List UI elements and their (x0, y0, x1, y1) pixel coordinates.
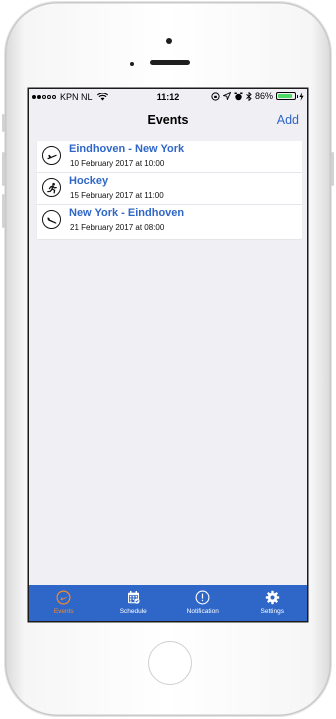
battery-nub (296, 95, 298, 98)
battery-fill (278, 94, 292, 98)
status-right: 86% (211, 91, 304, 101)
tab-label: Events (53, 608, 74, 615)
volume-up-button (2, 152, 5, 186)
front-camera (166, 38, 172, 44)
event-row[interactable]: Hockey 15 February 2017 at 11:00 (37, 173, 302, 205)
earpiece-speaker (150, 60, 190, 65)
plane-takeoff-icon (42, 146, 61, 165)
plane-landing-icon (42, 210, 61, 229)
mute-switch (2, 114, 5, 132)
page-title: Events (147, 113, 189, 127)
app-screen: KPN NL 11:12 86% Events Add Eindhoven - … (29, 89, 307, 621)
tab-label: Settings (260, 608, 285, 615)
alarm-icon (234, 92, 243, 100)
event-list: Eindhoven - New York 10 February 2017 at… (37, 141, 302, 239)
tab-label: Schedule (119, 608, 147, 615)
gear-icon (264, 589, 280, 605)
event-title: Eindhoven - New York (69, 143, 185, 155)
battery-percent: 86% (254, 91, 273, 101)
proximity-sensor (130, 62, 134, 66)
event-title: New York - Eindhoven (69, 207, 185, 219)
bluetooth-icon (246, 91, 252, 101)
tab-bar: Events Schedule Notification Settings (29, 585, 307, 621)
event-row[interactable]: New York - Eindhoven 21 February 2017 at… (37, 205, 302, 237)
event-datetime: 21 February 2017 at 08:00 (70, 223, 165, 232)
tab-notification[interactable]: Notification (168, 585, 238, 621)
power-button (331, 152, 334, 186)
orientation-lock-icon (211, 91, 220, 101)
running-person-icon (42, 178, 61, 197)
alert-icon (195, 589, 211, 605)
event-title: Hockey (69, 175, 109, 187)
event-datetime: 15 February 2017 at 11:00 (70, 191, 164, 200)
tab-events[interactable]: Events (29, 585, 99, 621)
event-row[interactable]: Eindhoven - New York 10 February 2017 at… (37, 141, 302, 173)
tab-schedule[interactable]: Schedule (99, 585, 169, 621)
volume-down-button (2, 194, 5, 228)
status-bar: KPN NL 11:12 86% (29, 89, 307, 105)
tab-label: Notification (186, 608, 219, 615)
navigation-bar: Events Add (29, 105, 307, 135)
add-button[interactable]: Add (277, 113, 299, 127)
tab-settings[interactable]: Settings (238, 585, 308, 621)
home-button[interactable] (148, 641, 192, 685)
plane-icon (56, 589, 72, 605)
location-icon (222, 92, 231, 100)
charging-icon (299, 91, 304, 101)
battery-icon (276, 92, 298, 100)
calendar-icon (125, 589, 141, 605)
event-datetime: 10 February 2017 at 10:00 (70, 159, 165, 168)
